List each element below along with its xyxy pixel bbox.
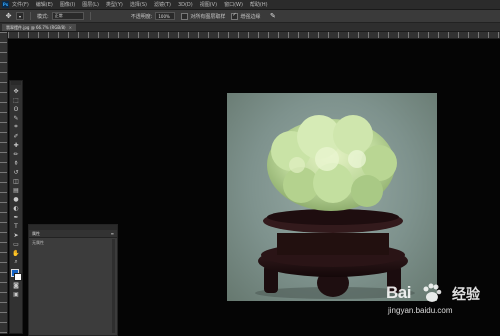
- panel-menu-icon[interactable]: ≡: [111, 230, 114, 237]
- document-tab-bar: 翡翠摆件.jpg @ 66.7% (RGB/8) ×: [0, 23, 500, 32]
- dodge-icon[interactable]: ◐: [11, 204, 21, 212]
- baidu-brand: Bai: [386, 283, 411, 302]
- panel-tab[interactable]: 属性 ≡: [29, 230, 117, 238]
- baidu-brand-cn: 经验: [452, 287, 480, 303]
- marquee-tool-icon[interactable]: ⬚: [11, 96, 21, 104]
- mode-label: 模式:: [37, 13, 49, 20]
- jade-carving-image: [255, 115, 415, 299]
- menu-window[interactable]: 窗口(W): [224, 1, 243, 8]
- document-tab[interactable]: 翡翠摆件.jpg @ 66.7% (RGB/8) ×: [2, 24, 76, 31]
- enhance-edge-label: 增强边缘: [240, 13, 261, 20]
- vertical-ruler: [0, 32, 8, 334]
- brush-icon[interactable]: ✏: [11, 150, 21, 158]
- pen-icon[interactable]: ✒: [11, 213, 21, 221]
- menu-file[interactable]: 文件(F): [12, 1, 29, 8]
- move-tool-icon[interactable]: ✥: [11, 87, 21, 95]
- properties-panel: 属性 ≡ 无属性: [28, 224, 118, 336]
- sample-all-layers-label: 对所有图层取样: [190, 13, 226, 20]
- hand-icon[interactable]: ✋: [11, 249, 21, 257]
- eyedropper-icon[interactable]: ✐: [11, 132, 21, 140]
- mode-select[interactable]: 正常: [51, 12, 84, 20]
- pressure-icon[interactable]: ✎: [268, 12, 277, 20]
- clone-stamp-icon[interactable]: ⚱: [11, 159, 21, 167]
- document-title: 翡翠摆件.jpg @ 66.7% (RGB/8): [6, 25, 66, 30]
- crop-tool-icon[interactable]: ⌗: [11, 123, 21, 131]
- toolbar-grip[interactable]: [11, 81, 21, 85]
- opacity-label: 不透明度:: [130, 13, 153, 20]
- menu-type[interactable]: 类型(Y): [106, 1, 123, 8]
- photoshop-logo: Ps: [2, 1, 9, 8]
- quick-mask-icon[interactable]: ◙: [11, 281, 21, 289]
- separator: [30, 12, 32, 20]
- move-tool-icon[interactable]: ✥: [4, 12, 13, 20]
- close-icon[interactable]: ×: [69, 25, 72, 30]
- history-brush-icon[interactable]: ↺: [11, 168, 21, 176]
- baidu-url: jingyan.baidu.com: [388, 306, 453, 315]
- gradient-icon[interactable]: ▤: [11, 186, 21, 194]
- tool-preset-picker[interactable]: ▾: [16, 12, 25, 20]
- blur-icon[interactable]: ●: [11, 195, 21, 203]
- menu-3d[interactable]: 3D(D): [178, 2, 193, 8]
- background-color-swatch[interactable]: [14, 273, 22, 281]
- panel-scrollbar[interactable]: [112, 239, 115, 333]
- menu-layer[interactable]: 图层(L): [82, 1, 99, 8]
- menu-help[interactable]: 帮助(H): [250, 1, 268, 8]
- panel-body-text: 无属性: [32, 240, 44, 245]
- panel-tab-label: 属性: [32, 231, 40, 236]
- enhance-edge-checkbox[interactable]: [231, 12, 239, 20]
- path-select-icon[interactable]: ➤: [11, 231, 21, 239]
- document-canvas[interactable]: [227, 93, 437, 301]
- eraser-icon[interactable]: ◫: [11, 177, 21, 185]
- horizontal-ruler: [8, 32, 500, 39]
- rectangle-icon[interactable]: ▭: [11, 240, 21, 248]
- menu-image[interactable]: 图像(I): [60, 1, 75, 8]
- color-swatches: [11, 269, 22, 281]
- sample-all-layers-checkbox[interactable]: [181, 12, 189, 20]
- opacity-input[interactable]: 100%: [155, 12, 176, 20]
- lasso-tool-icon[interactable]: ʘ: [11, 105, 21, 113]
- separator: [89, 12, 91, 20]
- menu-bar: Ps 文件(F) 编辑(E) 图像(I) 图层(L) 类型(Y) 选择(S) 滤…: [0, 0, 500, 10]
- healing-brush-icon[interactable]: ✚: [11, 141, 21, 149]
- type-icon[interactable]: T: [11, 222, 21, 230]
- screen-mode-icon[interactable]: ▣: [11, 290, 21, 298]
- menu-select[interactable]: 选择(S): [130, 1, 147, 8]
- tools-panel: ✥ ⬚ ʘ ✎ ⌗ ✐ ✚ ✏ ⚱ ↺ ◫ ▤ ● ◐ ✒ T ➤ ▭ ✋ ⌕ ◙ ▣: [9, 80, 23, 334]
- quick-select-icon[interactable]: ✎: [11, 114, 21, 122]
- menu-view[interactable]: 视图(V): [200, 1, 217, 8]
- menu-filter[interactable]: 滤镜(T): [154, 1, 171, 8]
- options-bar: ✥ ▾ 模式: 正常 不透明度: 100% 对所有图层取样 增强边缘 ✎: [0, 10, 500, 23]
- baidu-watermark: Bai 经验 jingyan.baidu.com: [386, 283, 496, 331]
- menu-edit[interactable]: 编辑(E): [36, 1, 53, 8]
- zoom-icon[interactable]: ⌕: [11, 258, 21, 266]
- paw-icon: [423, 283, 442, 302]
